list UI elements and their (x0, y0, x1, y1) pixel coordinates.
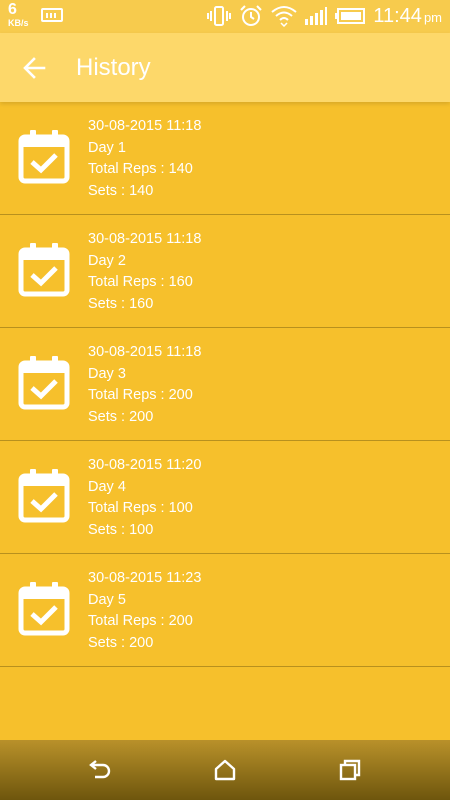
history-day: Day 5 (88, 591, 126, 608)
history-date: 30-08-2015 11:23 (88, 570, 202, 586)
app-bar: History (0, 33, 450, 102)
list-item[interactable]: 30-08-2015 11:18 Day 3 Total Reps : 200 … (0, 328, 450, 441)
history-day: Day 4 (88, 478, 126, 495)
history-reps: Total Reps : 200 (88, 387, 193, 404)
arrow-left-icon (23, 57, 46, 79)
history-date: 30-08-2015 11:18 (88, 344, 202, 360)
home-nav-icon (214, 759, 236, 781)
system-nav-bar (0, 740, 450, 800)
history-sets: Sets : 100 (88, 522, 154, 539)
history-reps: Total Reps : 140 (88, 161, 193, 178)
back-nav-icon (89, 760, 111, 779)
keyboard-icon (41, 8, 63, 22)
time-ampm: pm (423, 9, 442, 25)
list-item[interactable]: 30-08-2015 11:20 Day 4 Total Reps : 100 … (0, 441, 450, 554)
network-speed-value: 6 (8, 1, 17, 18)
nav-recents-button[interactable] (337, 757, 363, 783)
wifi-icon (271, 6, 297, 27)
nav-home-button[interactable] (212, 757, 238, 783)
list-item[interactable]: 30-08-2015 11:18 Day 1 Total Reps : 140 … (0, 102, 450, 215)
page-title: History (76, 54, 151, 81)
history-day: Day 1 (88, 139, 126, 156)
calendar-check-icon (18, 469, 70, 523)
status-icons: 11:44 pm (207, 4, 442, 28)
back-button[interactable] (20, 53, 50, 83)
alarm-icon (240, 5, 263, 26)
history-sets: Sets : 140 (88, 183, 154, 200)
status-bar: 6 KB/s 11:44 pm (0, 0, 450, 33)
history-sets: Sets : 160 (88, 296, 154, 313)
calendar-check-icon (18, 130, 70, 184)
signal-icon (305, 7, 328, 25)
calendar-check-icon (18, 582, 70, 636)
nav-back-button[interactable] (87, 757, 113, 783)
history-reps: Total Reps : 100 (88, 500, 193, 517)
history-sets: Sets : 200 (88, 635, 154, 652)
history-date: 30-08-2015 11:18 (88, 118, 202, 134)
history-reps: Total Reps : 200 (88, 613, 193, 630)
history-date: 30-08-2015 11:20 (88, 457, 202, 473)
list-item[interactable]: 30-08-2015 11:23 Day 5 Total Reps : 200 … (0, 554, 450, 667)
list-item[interactable]: 30-08-2015 11:18 Day 2 Total Reps : 160 … (0, 215, 450, 328)
history-list: 30-08-2015 11:18 Day 1 Total Reps : 140 … (0, 102, 450, 667)
network-speed: 6 KB/s (8, 2, 29, 28)
time-text: 11:44 (373, 4, 422, 27)
history-reps: Total Reps : 160 (88, 274, 193, 291)
history-date: 30-08-2015 11:18 (88, 231, 202, 247)
network-speed-unit: KB/s (8, 18, 29, 28)
history-day: Day 2 (88, 252, 126, 269)
history-day: Day 3 (88, 365, 126, 382)
recents-nav-icon (339, 759, 361, 781)
battery-icon (335, 8, 366, 24)
history-sets: Sets : 200 (88, 409, 154, 426)
calendar-check-icon (18, 356, 70, 410)
status-time: 11:44 pm (373, 5, 442, 28)
calendar-check-icon (18, 243, 70, 297)
vibrate-icon (207, 6, 232, 26)
